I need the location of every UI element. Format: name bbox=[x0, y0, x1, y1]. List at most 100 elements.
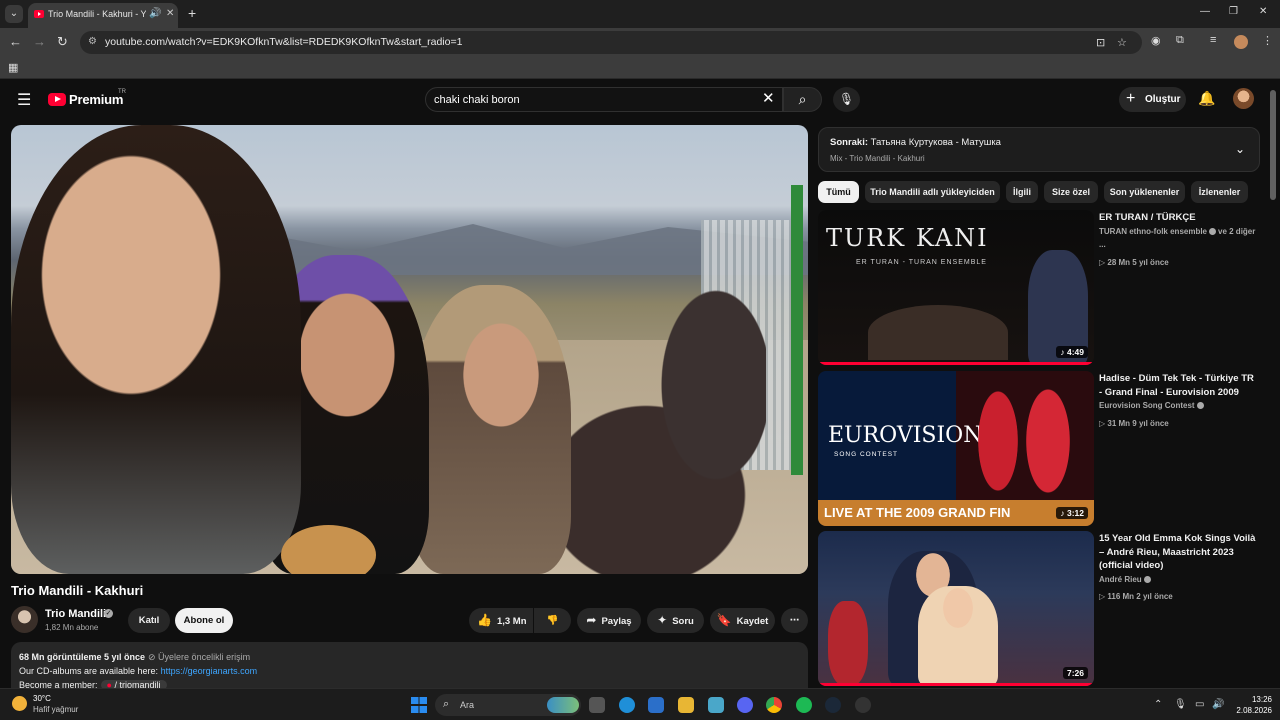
chip-related[interactable]: İlgili bbox=[1006, 181, 1038, 203]
channel-avatar[interactable] bbox=[11, 606, 38, 633]
verified-check-icon bbox=[1196, 402, 1204, 410]
subscriber-count: 1,82 Mn abone bbox=[45, 623, 99, 632]
minimize-icon[interactable]: — bbox=[1200, 6, 1210, 17]
network-app-icon[interactable] bbox=[708, 697, 724, 713]
recommended-title[interactable]: 15 Year Old Emma Kok Sings Voilà – André… bbox=[1099, 533, 1255, 571]
chip-recently-uploaded[interactable]: Son yüklenenler bbox=[1104, 181, 1185, 203]
browser-profile-avatar[interactable] bbox=[1234, 35, 1248, 49]
chip-for-you[interactable]: Size özel bbox=[1044, 181, 1098, 203]
notifications-bell-icon[interactable]: 🔔 bbox=[1198, 90, 1215, 107]
recommended-info: 15 Year Old Emma Kok Sings Voilà – André… bbox=[1099, 532, 1259, 604]
install-app-icon[interactable]: ⊡ bbox=[1096, 36, 1105, 49]
ask-button[interactable]: ✦ Soru bbox=[647, 608, 704, 633]
app-icon[interactable] bbox=[855, 697, 871, 713]
store-icon[interactable] bbox=[648, 697, 664, 713]
browser-menu-icon[interactable]: ⋮ bbox=[1262, 34, 1273, 47]
edge-icon[interactable] bbox=[619, 697, 635, 713]
microphone-tray-icon[interactable]: 🎙 bbox=[1174, 699, 1187, 710]
tab-search-button[interactable]: ⌄ bbox=[5, 5, 23, 23]
spotify-icon[interactable] bbox=[796, 697, 812, 713]
brand-label[interactable]: Premium bbox=[69, 92, 123, 107]
recommended-channel[interactable]: Eurovision Song Contest bbox=[1099, 399, 1259, 413]
hamburger-menu-icon[interactable]: ☰ bbox=[17, 90, 31, 110]
save-button[interactable]: 🔖 Kaydet bbox=[710, 608, 775, 633]
video-thumbnail[interactable]: TURK KANI ER TURAN - TURAN ENSEMBLE ♪ 4:… bbox=[818, 210, 1094, 365]
like-button[interactable]: 👍 1,3 Mn bbox=[469, 608, 533, 633]
browser-tab[interactable]: Trio Mandili - Kakhuri - YouTube 🔊 ✕ bbox=[28, 3, 178, 28]
close-tab-icon[interactable]: ✕ bbox=[166, 8, 174, 19]
recommended-channel[interactable]: André Rieu bbox=[1099, 573, 1259, 587]
chrome-icon[interactable] bbox=[766, 697, 782, 713]
clear-search-icon[interactable]: ✕ bbox=[762, 91, 775, 107]
youtube-page: ☰ Premium TR ✕ ⌕ 🎙 + Oluştur 🔔 Trio Mand… bbox=[0, 80, 1280, 688]
create-button[interactable]: + Oluştur bbox=[1119, 87, 1186, 112]
join-button[interactable]: Katıl bbox=[128, 608, 170, 633]
bookmark-star-icon[interactable]: ☆ bbox=[1117, 36, 1127, 49]
speaker-icon[interactable]: 🔊 bbox=[149, 8, 161, 19]
restore-icon[interactable]: ❐ bbox=[1229, 6, 1238, 17]
browser-tab-bar: ⌄ Trio Mandili - Kakhuri - YouTube 🔊 ✕ +… bbox=[0, 0, 1280, 28]
channel-name[interactable]: Trio Mandili bbox=[45, 608, 106, 620]
steam-icon[interactable] bbox=[825, 697, 841, 713]
member-link[interactable]: ● / triomandili bbox=[100, 680, 167, 688]
weather-description[interactable]: Hafif yağmur bbox=[33, 705, 78, 714]
network-icon[interactable]: ▭ bbox=[1195, 699, 1204, 710]
address-bar[interactable]: ⚙ youtube.com/watch?v=EDK9KOfknTw&list=R… bbox=[80, 31, 1142, 54]
recommended-video[interactable]: EUROVISION SONG CONTEST LIVE AT THE 2009… bbox=[818, 371, 1260, 529]
description-box[interactable]: 68 Mn görüntüleme 5 yıl önce ⊘ Üyelere ö… bbox=[11, 642, 808, 688]
chevron-down-icon[interactable]: ⌄ bbox=[1235, 142, 1245, 156]
apps-grid-icon[interactable]: ▦ bbox=[8, 61, 18, 74]
chip-watched[interactable]: İzlenenler bbox=[1191, 181, 1248, 203]
microphone-icon[interactable]: 🎙 bbox=[833, 87, 860, 112]
puzzle-icon[interactable]: ⧉ bbox=[1176, 34, 1184, 47]
weather-temperature[interactable]: 30°C bbox=[33, 694, 51, 703]
window-close-icon[interactable]: ✕ bbox=[1259, 6, 1267, 17]
recommended-channel[interactable]: TURAN ethno-folk ensemble ve 2 diğer ... bbox=[1099, 225, 1259, 252]
page-scrollbar[interactable] bbox=[1270, 90, 1276, 200]
video-thumbnail[interactable]: EUROVISION SONG CONTEST LIVE AT THE 2009… bbox=[818, 371, 1094, 526]
search-button[interactable]: ⌕ bbox=[783, 87, 822, 112]
media-queue-icon[interactable]: ≡ bbox=[1210, 34, 1216, 46]
chip-from-uploader[interactable]: Trio Mandili adlı yükleyiciden bbox=[865, 181, 1000, 203]
playlist-next-box[interactable]: Sonraki: Татьяна Куртукова - Матушка Mix… bbox=[818, 127, 1260, 172]
youtube-logo-icon[interactable] bbox=[48, 93, 66, 106]
share-button[interactable]: ➦ Paylaş bbox=[577, 608, 641, 633]
taskbar-search[interactable]: ⌕ Ara bbox=[435, 694, 581, 716]
more-actions-button[interactable]: ⋯ bbox=[781, 608, 808, 633]
new-tab-button[interactable]: + bbox=[188, 5, 196, 21]
account-avatar[interactable] bbox=[1233, 88, 1254, 109]
recommended-title[interactable]: ER TURAN / TÜRKÇE bbox=[1099, 212, 1196, 223]
video-player[interactable] bbox=[11, 125, 808, 574]
search-input[interactable] bbox=[434, 94, 754, 106]
video-frame-singer-left bbox=[11, 125, 301, 574]
video-thumbnail[interactable]: 7:26 bbox=[818, 531, 1094, 686]
recommended-video[interactable]: 7:26 15 Year Old Emma Kok Sings Voilà – … bbox=[818, 531, 1260, 688]
subscribe-button[interactable]: Abone ol bbox=[175, 608, 233, 633]
chip-all[interactable]: Tümü bbox=[818, 181, 859, 203]
volume-icon[interactable]: 🔊 bbox=[1212, 699, 1224, 710]
reload-icon[interactable]: ↻ bbox=[57, 34, 68, 50]
website-link[interactable]: https://georgianarts.com bbox=[161, 666, 258, 676]
duration-badge: 7:26 bbox=[1062, 667, 1088, 679]
clock[interactable]: 13:26 2.08.2026 bbox=[1230, 694, 1272, 716]
recommended-meta: ▷ 31 Mn 9 yıl önce bbox=[1099, 418, 1169, 428]
recommended-video[interactable]: TURK KANI ER TURAN - TURAN ENSEMBLE ♪ 4:… bbox=[818, 210, 1260, 368]
thumbs-up-icon: 👍 bbox=[477, 613, 492, 627]
back-icon[interactable]: ← bbox=[9, 34, 22, 50]
dislike-button[interactable]: 👎 bbox=[534, 608, 571, 633]
description-line: Our CD-albums are available here: https:… bbox=[19, 666, 258, 676]
recommended-title[interactable]: Hadise - Düm Tek Tek - Türkiye TR - Gran… bbox=[1099, 373, 1254, 398]
windows-start-icon[interactable] bbox=[411, 697, 427, 713]
thumbnail-subtext: ER TURAN - TURAN ENSEMBLE bbox=[856, 259, 987, 266]
tray-overflow-icon[interactable]: ⌃ bbox=[1154, 699, 1162, 710]
plus-icon: + bbox=[1126, 90, 1136, 107]
site-info-icon[interactable]: ⚙ bbox=[88, 36, 97, 47]
extension-icon[interactable]: ◉ bbox=[1151, 34, 1161, 47]
url-text[interactable]: youtube.com/watch?v=EDK9KOfknTw&list=RDE… bbox=[105, 36, 462, 48]
discord-icon[interactable] bbox=[737, 697, 753, 713]
weather-icon[interactable] bbox=[12, 696, 27, 711]
search-box[interactable] bbox=[425, 87, 783, 112]
task-view-icon[interactable] bbox=[589, 697, 605, 713]
forward-icon[interactable]: → bbox=[33, 34, 46, 50]
file-explorer-icon[interactable] bbox=[678, 697, 694, 713]
